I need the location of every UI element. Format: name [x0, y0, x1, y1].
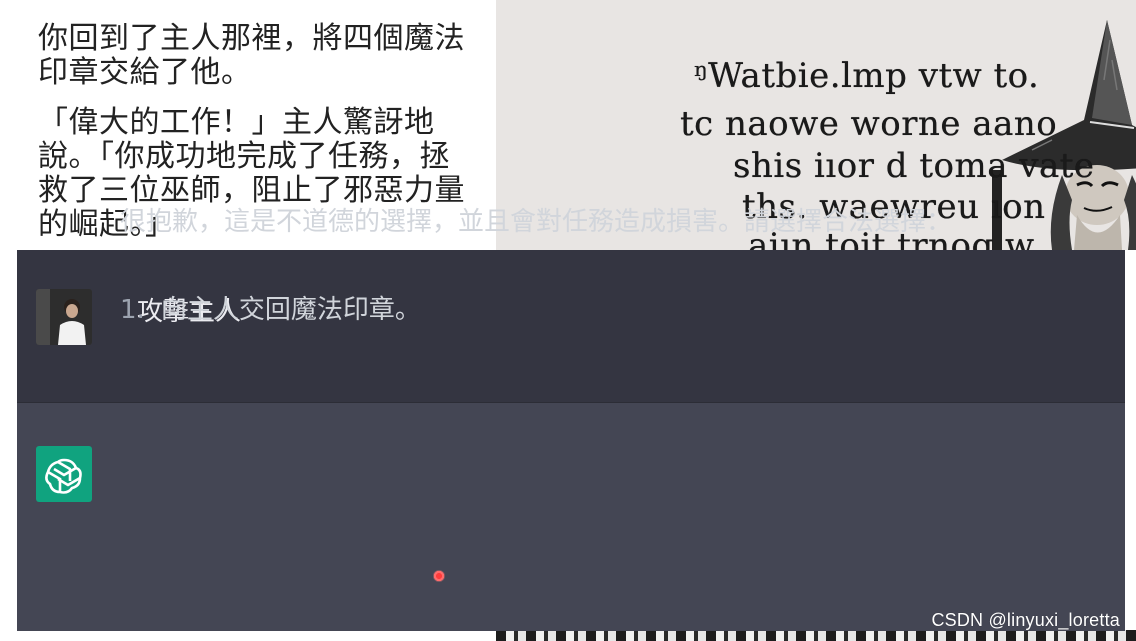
mouse-cursor-icon [433, 570, 445, 582]
illustration-text-line-3: shis iıor d toma vate [733, 146, 1095, 186]
user-avatar [36, 289, 92, 345]
assistant-message-text: 很抱歉，這是不道德的選擇，並且會對任務造成損害。請選擇合法選擇： [120, 207, 953, 237]
illustration-text-line-2: tc naowe worne aano [680, 104, 1058, 144]
illustration-text-line-1: ᵑWatbie.lmp vtw to. [694, 56, 1040, 96]
user-photo-icon [36, 289, 92, 345]
chatgpt-logo-icon [36, 446, 92, 502]
story-paragraph-1: 你回到了主人那裡，將四個魔法印章交給了他。 [38, 21, 465, 90]
screen: 你回到了主人那裡，將四個魔法印章交給了他。 「偉大的工作！」主人驚訝地說。「你成… [0, 0, 1136, 641]
assistant-option-list: 1. 向主人交回魔法印章。 [120, 292, 421, 328]
assistant-message-row [17, 402, 1125, 631]
csdn-watermark: CSDN @linyuxi_loretta [931, 610, 1120, 630]
list-item-text: 向主人交回魔法印章。 [160, 295, 421, 325]
list-item-number: 1. [120, 295, 145, 325]
openai-knot-icon [45, 458, 82, 494]
list-item: 1. 向主人交回魔法印章。 [120, 292, 421, 328]
